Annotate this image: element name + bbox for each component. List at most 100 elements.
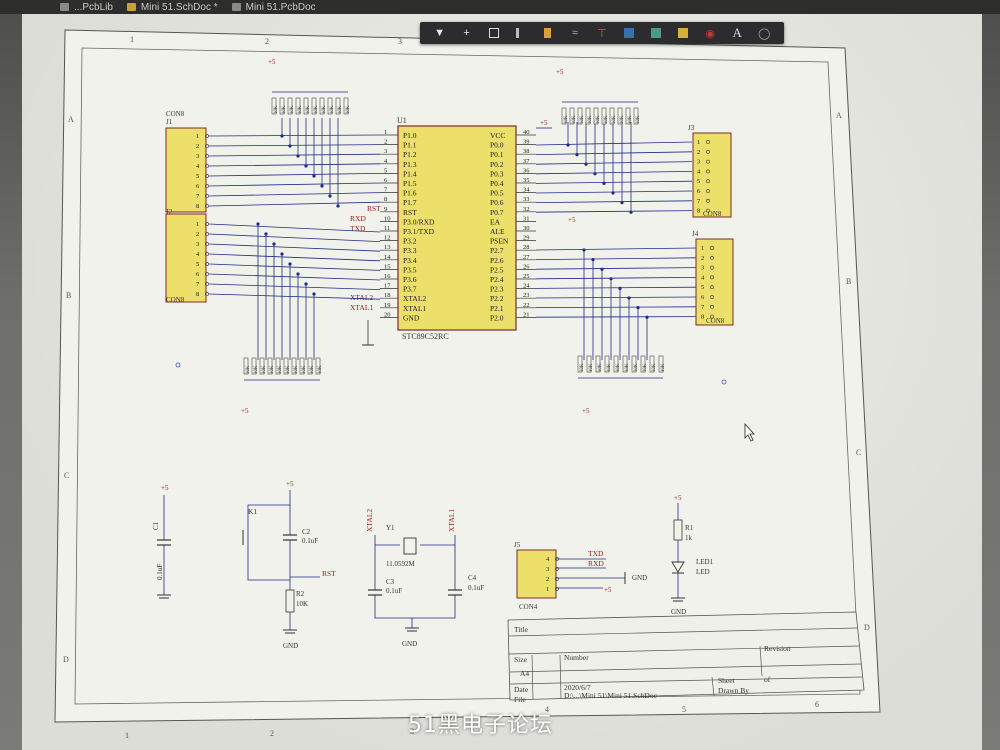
sheet-symbol-icon[interactable] <box>648 25 664 41</box>
place-net-icon[interactable]: ≈ <box>567 25 583 41</box>
resistor-value: 10K <box>661 363 666 372</box>
j4-connector[interactable]: J4 CON8 12345678 <box>692 230 734 326</box>
connector-pin-number: 2 <box>697 149 700 156</box>
net-rxd-label: RXD <box>350 214 366 223</box>
c3-designator: C3 <box>386 578 395 586</box>
u1-pin-label: P3.5 <box>403 265 417 274</box>
j2-connector[interactable]: J2 CON8 12345678 <box>165 208 209 304</box>
u1-pin-label: EA <box>490 217 501 226</box>
c3-value: 0.1uF <box>386 587 402 595</box>
resistor-value: 10K <box>604 115 609 124</box>
connector-pin-number: 1 <box>196 221 199 228</box>
net-rst-label: RST <box>367 204 381 213</box>
arc-icon[interactable]: ◯ <box>756 25 772 41</box>
active-bar-toolbar: ▼ + ≈ ⊤ ◉ A ◯ <box>420 22 784 44</box>
net-xtal1-label: XTAL1 <box>350 303 373 312</box>
net-xtal2-label: XTAL2 <box>350 293 373 302</box>
j5-body <box>516 549 557 599</box>
connector-pin-number: 1 <box>196 133 199 140</box>
place-directive-icon[interactable]: ◉ <box>702 25 718 41</box>
u1-pin-label: P1.5 <box>403 179 417 188</box>
junction-dot <box>582 248 586 252</box>
resistor-value: 10K <box>628 115 633 124</box>
zone-col-label: 5 <box>682 705 686 714</box>
y1-value: 11.0592M <box>386 560 415 568</box>
junction-dot <box>296 272 300 276</box>
power-label: +5 <box>582 407 590 415</box>
connector-pin-number: 8 <box>196 203 199 210</box>
connector-pin-number: 3 <box>701 265 704 272</box>
resistor-value: 10K <box>282 105 287 114</box>
align-icon[interactable] <box>513 25 529 41</box>
led-power-label: +5 <box>674 494 682 502</box>
junction-dot <box>611 191 615 195</box>
zone-row-label: A <box>836 111 842 120</box>
u1-pin-label: XTAL2 <box>403 294 426 303</box>
junction-dot <box>288 262 292 266</box>
junction-dot <box>602 181 606 185</box>
serial-rxd-label: RXD <box>588 559 604 568</box>
j2-designator: J2 <box>166 208 173 216</box>
power-label: +5 <box>241 407 249 415</box>
resistor-value: 10K <box>612 115 617 124</box>
serial-gnd-label: GND <box>632 574 647 582</box>
connector-pin-number: 8 <box>701 314 704 321</box>
junction-dot <box>304 164 308 168</box>
u1-pin-label: P2.5 <box>490 265 504 274</box>
of-label: of <box>764 675 771 684</box>
resistor-value: 10K <box>262 365 267 374</box>
gnd-label: GND <box>402 640 417 648</box>
place-part-icon[interactable] <box>621 25 637 41</box>
zone-row-label: A <box>68 115 74 124</box>
connector-pin-number: 2 <box>546 576 549 583</box>
u1-pin-label: P1.6 <box>403 189 417 198</box>
j3-title: CON8 <box>703 210 722 218</box>
harness-icon[interactable] <box>675 25 691 41</box>
resistor-value: 10K <box>306 105 311 114</box>
junction-dot <box>296 154 300 158</box>
u1-pin-label: P3.0/RXD <box>403 217 435 226</box>
u1-pin-label: ALE <box>490 227 505 236</box>
junction-dot <box>575 153 579 157</box>
place-port-icon[interactable] <box>540 25 556 41</box>
k1-designator: K1 <box>248 507 257 516</box>
u1-pin-label: RST <box>403 208 417 217</box>
resistor-value: 10K <box>564 115 569 124</box>
junction-dot <box>288 144 292 148</box>
serial-power-label: +5 <box>604 586 612 594</box>
connector-pin-number: 2 <box>196 143 199 150</box>
add-icon[interactable]: + <box>459 25 475 41</box>
resistor-value: 10K <box>625 363 630 372</box>
c1-value: 0.1uF <box>156 564 164 580</box>
power-label: +5 <box>556 68 564 76</box>
schematic-drawing[interactable]: 1 2 3 1 2 3 4 5 6 A B C D A B C D U1 STC… <box>0 0 1000 750</box>
junction-dot <box>618 286 622 290</box>
j5-designator: J5 <box>514 541 521 549</box>
xtal1-label: XTAL1 <box>447 509 456 532</box>
place-text-icon[interactable]: A <box>729 25 745 41</box>
gnd-label: GND <box>671 608 686 616</box>
resistor-value: 10K <box>314 105 319 114</box>
j3-connector[interactable]: J3 CON8 12345678 <box>688 124 732 218</box>
j1-designator: J1 <box>166 118 173 126</box>
resistor-value: 10K <box>330 105 335 114</box>
power-port-icon[interactable]: ⊤ <box>594 25 610 41</box>
j4-title: CON8 <box>706 317 725 325</box>
app-window: ...PcbLib Mini 51.SchDoc * Mini 51.PcbDo… <box>0 0 1000 750</box>
u1-part-name: STC89C52RC <box>402 332 449 341</box>
net-txd-label: TXD <box>350 224 366 233</box>
junction-dot <box>304 282 308 286</box>
j2-title: CON8 <box>166 296 185 304</box>
power-label: +5 <box>568 216 576 224</box>
resistor-value: 10K <box>598 363 603 372</box>
u1-pin-label: P0.2 <box>490 160 504 169</box>
junction-dot <box>636 306 640 310</box>
filter-icon[interactable]: ▼ <box>432 25 448 41</box>
u1-pin-label: P2.0 <box>490 313 504 322</box>
resistor-value: 10K <box>580 115 585 124</box>
u1-pin-label: P3.6 <box>403 275 417 284</box>
zone-row-label: B <box>846 277 851 286</box>
reset-power-label: +5 <box>286 480 294 488</box>
select-rect-icon[interactable] <box>486 25 502 41</box>
u1-pin-label: P0.7 <box>490 208 504 217</box>
